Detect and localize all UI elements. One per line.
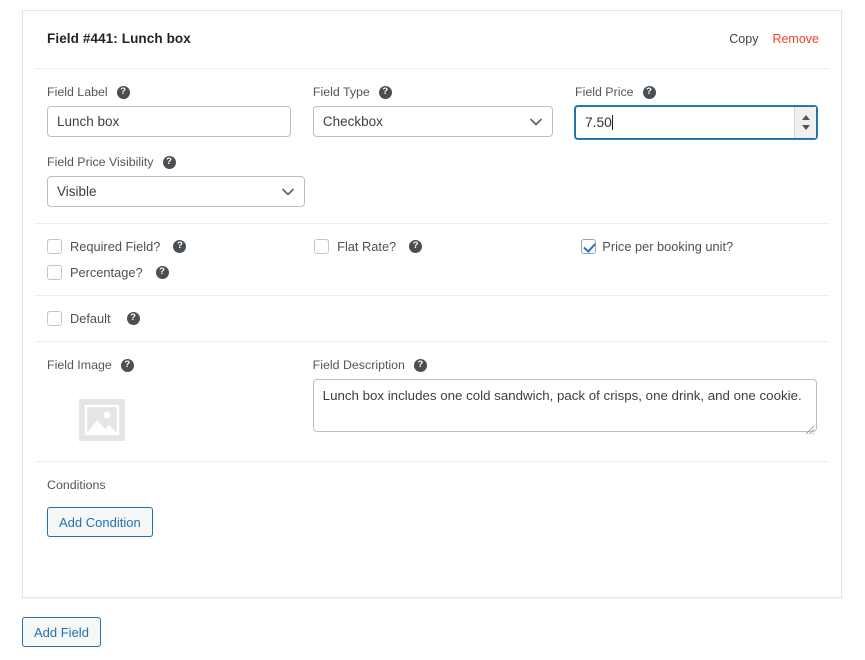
price-per-booking-unit-checkbox-row[interactable]: Price per booking unit? — [581, 239, 817, 254]
field-description-textarea[interactable] — [312, 379, 817, 432]
help-icon[interactable]: ? — [116, 85, 130, 99]
image-placeholder-glyph — [79, 399, 125, 441]
percentage-label[interactable]: Percentage? — [70, 265, 143, 280]
field-description-text: Field Description — [312, 358, 405, 372]
default-row: Default ? — [47, 296, 817, 341]
required-field-label[interactable]: Required Field? — [70, 239, 160, 254]
image-placeholder-icon[interactable] — [79, 399, 125, 441]
field-label-group: Field Label ? — [47, 85, 291, 139]
page-root: Field #441: Lunch box Copy Remove Field … — [0, 0, 865, 660]
help-icon[interactable]: ? — [378, 85, 392, 99]
field-image-text: Field Image — [47, 358, 112, 372]
field-label-input[interactable] — [47, 106, 291, 137]
help-icon[interactable]: ? — [413, 358, 427, 372]
field-price-visibility-select[interactable] — [47, 176, 305, 207]
field-label-text: Field Label — [47, 85, 108, 99]
card-body: Field Label ? Field Type ? — [23, 69, 841, 537]
conditions-row: Conditions Add Condition — [47, 462, 817, 537]
help-icon[interactable]: ? — [409, 240, 423, 253]
options-grid: Required Field? ? Percentage? ? Flat Rat… — [47, 239, 817, 280]
field-description-group: Field Description ? — [312, 358, 817, 441]
default-checkbox[interactable] — [47, 311, 62, 326]
options-row: Required Field? ? Percentage? ? Flat Rat… — [47, 224, 817, 295]
field-label-caption: Field Label ? — [47, 85, 291, 99]
stepper-down-icon[interactable] — [801, 125, 810, 130]
help-icon[interactable]: ? — [120, 358, 134, 372]
conditions-label: Conditions — [47, 478, 106, 492]
help-icon[interactable]: ? — [126, 312, 140, 325]
field-description-caption: Field Description ? — [313, 358, 817, 372]
field-price-stepper[interactable] — [794, 107, 816, 138]
field-type-caption: Field Type ? — [313, 85, 553, 99]
media-row: Field Image ? Field Description ? Lunch … — [47, 342, 817, 461]
text-cursor — [611, 115, 613, 130]
page-title: Field #441: Lunch box — [47, 31, 191, 46]
default-checkbox-row[interactable]: Default ? — [47, 311, 817, 326]
options-col-2: Flat Rate? ? — [314, 239, 581, 254]
field-price-group: Field Price ? 7.50 — [575, 85, 817, 139]
card-header: Field #441: Lunch box Copy Remove — [35, 11, 829, 69]
field-type-text: Field Type — [312, 85, 370, 99]
options-col-3: Price per booking unit? — [581, 239, 817, 254]
help-icon[interactable]: ? — [155, 266, 169, 279]
remove-link[interactable]: Remove — [772, 32, 819, 46]
copy-link[interactable]: Copy — [729, 32, 758, 46]
flat-rate-checkbox[interactable] — [314, 239, 330, 254]
price-per-booking-unit-label[interactable]: Price per booking unit? — [602, 239, 733, 254]
field-image-caption: Field Image ? — [47, 358, 291, 372]
help-icon[interactable]: ? — [162, 155, 176, 169]
flat-rate-label[interactable]: Flat Rate? — [337, 239, 396, 254]
add-condition-button[interactable]: Add Condition — [47, 507, 153, 537]
add-field-button[interactable]: Add Field — [22, 617, 101, 647]
field-card: Field #441: Lunch box Copy Remove Field … — [22, 10, 842, 598]
field-price-visibility-text: Field Price Visibility — [47, 155, 154, 169]
help-icon[interactable]: ? — [173, 240, 187, 253]
field-price-value-row[interactable]: 7.50 — [576, 115, 794, 130]
options-col-1: Required Field? ? Percentage? ? — [47, 239, 314, 280]
flat-rate-checkbox-row[interactable]: Flat Rate? ? — [314, 239, 581, 254]
price-visibility-row: Field Price Visibility ? — [47, 139, 817, 223]
field-type-group: Field Type ? — [312, 85, 553, 139]
required-field-checkbox[interactable] — [47, 239, 62, 254]
help-icon[interactable]: ? — [642, 85, 656, 99]
field-price-input[interactable]: 7.50 — [585, 115, 612, 130]
percentage-checkbox-row[interactable]: Percentage? ? — [47, 265, 314, 280]
default-label[interactable]: Default — [70, 311, 111, 326]
field-image-slot — [47, 379, 291, 441]
field-image-group: Field Image ? — [47, 358, 291, 441]
field-price-visibility-caption: Field Price Visibility ? — [47, 155, 305, 169]
field-price-input-wrap[interactable]: 7.50 — [575, 106, 817, 139]
field-price-visibility-select-wrap — [47, 176, 305, 207]
card-header-actions: Copy Remove — [729, 32, 819, 46]
field-type-select-wrap — [312, 106, 553, 137]
stepper-up-icon[interactable] — [801, 115, 810, 120]
field-price-text: Field Price — [575, 85, 634, 99]
field-price-caption: Field Price ? — [575, 85, 817, 99]
add-condition-slot: Add Condition — [47, 492, 817, 537]
price-per-booking-unit-checkbox[interactable] — [581, 239, 597, 254]
add-field-slot: Add Field — [22, 617, 101, 647]
field-type-select[interactable] — [312, 106, 553, 137]
field-price-visibility-group: Field Price Visibility ? — [47, 155, 305, 207]
field-description-wrap — [312, 379, 817, 437]
primary-fields-row: Field Label ? Field Type ? — [47, 69, 817, 139]
required-field-checkbox-row[interactable]: Required Field? ? — [47, 239, 314, 254]
percentage-checkbox[interactable] — [47, 265, 62, 280]
